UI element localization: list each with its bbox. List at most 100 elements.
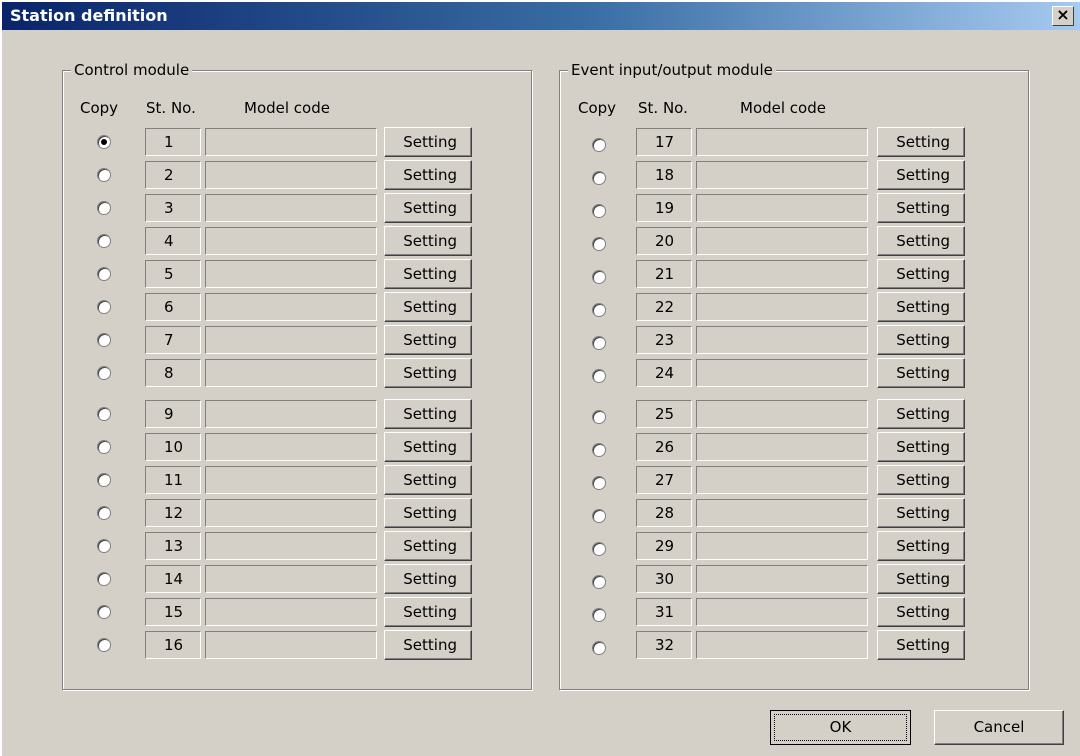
model-code-field[interactable]: [696, 400, 868, 428]
model-code-field[interactable]: [205, 400, 377, 428]
copy-radio[interactable]: [592, 443, 606, 457]
copy-radio[interactable]: [592, 237, 606, 251]
copy-radio[interactable]: [592, 171, 606, 185]
copy-radio[interactable]: [592, 204, 606, 218]
setting-button[interactable]: Setting: [877, 160, 965, 190]
ok-button[interactable]: OK: [770, 710, 911, 745]
setting-button[interactable]: Setting: [384, 160, 472, 190]
model-code-field[interactable]: [696, 227, 868, 255]
model-code-field[interactable]: [205, 128, 377, 156]
copy-radio[interactable]: [97, 333, 111, 347]
copy-radio[interactable]: [592, 138, 606, 152]
copy-radio[interactable]: [97, 234, 111, 248]
copy-radio[interactable]: [592, 542, 606, 556]
setting-button[interactable]: Setting: [384, 127, 472, 157]
model-code-field[interactable]: [205, 565, 377, 593]
model-code-field[interactable]: [205, 433, 377, 461]
model-code-field[interactable]: [696, 466, 868, 494]
setting-button[interactable]: Setting: [877, 358, 965, 388]
setting-button[interactable]: Setting: [384, 531, 472, 561]
setting-button[interactable]: Setting: [877, 498, 965, 528]
model-code-field[interactable]: [205, 326, 377, 354]
copy-radio[interactable]: [592, 476, 606, 490]
setting-button[interactable]: Setting: [384, 465, 472, 495]
setting-button[interactable]: Setting: [877, 564, 965, 594]
setting-button[interactable]: Setting: [384, 432, 472, 462]
setting-button[interactable]: Setting: [877, 127, 965, 157]
copy-radio[interactable]: [97, 473, 111, 487]
copy-radio[interactable]: [97, 267, 111, 281]
setting-button[interactable]: Setting: [384, 358, 472, 388]
copy-radio[interactable]: [97, 539, 111, 553]
copy-radio[interactable]: [97, 407, 111, 421]
model-code-field[interactable]: [205, 194, 377, 222]
setting-button[interactable]: Setting: [877, 193, 965, 223]
setting-button[interactable]: Setting: [877, 630, 965, 660]
setting-button[interactable]: Setting: [877, 292, 965, 322]
copy-radio[interactable]: [592, 608, 606, 622]
copy-radio[interactable]: [592, 575, 606, 589]
copy-radio[interactable]: [592, 509, 606, 523]
setting-button[interactable]: Setting: [384, 597, 472, 627]
copy-radio[interactable]: [97, 300, 111, 314]
copy-radio[interactable]: [97, 506, 111, 520]
setting-button[interactable]: Setting: [384, 399, 472, 429]
copy-radio[interactable]: [97, 366, 111, 380]
model-code-field[interactable]: [205, 359, 377, 387]
copy-radio[interactable]: [97, 605, 111, 619]
setting-button[interactable]: Setting: [384, 259, 472, 289]
copy-radio[interactable]: [97, 135, 111, 149]
setting-button[interactable]: Setting: [877, 259, 965, 289]
copy-radio[interactable]: [592, 369, 606, 383]
model-code-field[interactable]: [696, 128, 868, 156]
close-button[interactable]: ×: [1052, 6, 1074, 26]
setting-button[interactable]: Setting: [877, 325, 965, 355]
copy-radio[interactable]: [97, 201, 111, 215]
model-code-field[interactable]: [696, 326, 868, 354]
copy-radio[interactable]: [592, 641, 606, 655]
copy-radio[interactable]: [97, 572, 111, 586]
model-code-field[interactable]: [696, 161, 868, 189]
model-code-field[interactable]: [696, 631, 868, 659]
model-code-field[interactable]: [205, 532, 377, 560]
copy-radio[interactable]: [97, 168, 111, 182]
copy-radio[interactable]: [592, 270, 606, 284]
model-code-field[interactable]: [205, 499, 377, 527]
model-code-field[interactable]: [696, 293, 868, 321]
copy-radio[interactable]: [592, 303, 606, 317]
cancel-button[interactable]: Cancel: [934, 710, 1064, 745]
copy-radio[interactable]: [97, 440, 111, 454]
model-code-field[interactable]: [696, 598, 868, 626]
setting-button[interactable]: Setting: [384, 193, 472, 223]
model-code-field[interactable]: [696, 260, 868, 288]
model-code-field[interactable]: [696, 433, 868, 461]
copy-radio[interactable]: [592, 336, 606, 350]
setting-button[interactable]: Setting: [877, 226, 965, 256]
setting-button[interactable]: Setting: [877, 531, 965, 561]
setting-button[interactable]: Setting: [384, 325, 472, 355]
copy-radio[interactable]: [97, 638, 111, 652]
setting-button[interactable]: Setting: [877, 432, 965, 462]
model-code-field[interactable]: [205, 466, 377, 494]
model-code-field[interactable]: [205, 293, 377, 321]
model-code-field[interactable]: [696, 565, 868, 593]
setting-button[interactable]: Setting: [384, 292, 472, 322]
setting-button[interactable]: Setting: [384, 226, 472, 256]
setting-button[interactable]: Setting: [877, 465, 965, 495]
model-code-field[interactable]: [696, 359, 868, 387]
setting-button[interactable]: Setting: [877, 399, 965, 429]
model-code-field[interactable]: [696, 499, 868, 527]
setting-button[interactable]: Setting: [384, 564, 472, 594]
model-code-field[interactable]: [205, 631, 377, 659]
model-code-field[interactable]: [696, 532, 868, 560]
model-code-field[interactable]: [205, 598, 377, 626]
model-code-field[interactable]: [205, 227, 377, 255]
model-code-field[interactable]: [205, 260, 377, 288]
setting-button[interactable]: Setting: [384, 498, 472, 528]
setting-button[interactable]: Setting: [384, 630, 472, 660]
copy-radio[interactable]: [592, 410, 606, 424]
title-bar: Station definition ×: [2, 2, 1080, 30]
model-code-field[interactable]: [205, 161, 377, 189]
model-code-field[interactable]: [696, 194, 868, 222]
setting-button[interactable]: Setting: [877, 597, 965, 627]
